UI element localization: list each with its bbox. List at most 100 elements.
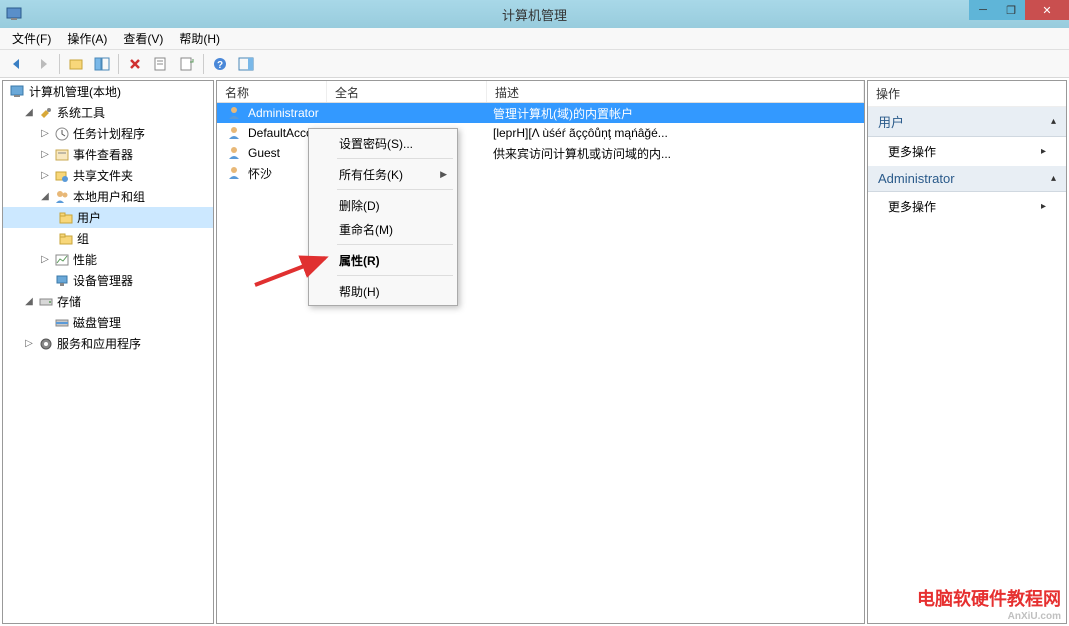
tree-services-apps[interactable]: ▷ 服务和应用程序 (3, 333, 213, 354)
tree-device-manager[interactable]: ▷ 设备管理器 (3, 270, 213, 291)
tree-panel: 计算机管理(本地) ◢ 系统工具 ▷ 任务计划程序 ▷ 事件查看器 ▷ 共享文件… (2, 80, 214, 624)
tree-groups[interactable]: 组 (3, 228, 213, 249)
expand-icon[interactable]: ▷ (39, 254, 51, 266)
window-title: 计算机管理 (502, 5, 567, 24)
menu-file[interactable]: 文件(F) (4, 27, 59, 50)
cell-name: Administrator (248, 106, 319, 120)
tree-storage[interactable]: ◢ 存储 (3, 291, 213, 312)
action-section-users[interactable]: 用户 ▴ (868, 107, 1066, 137)
collapse-icon[interactable]: ◢ (23, 296, 35, 308)
window-controls: ─ ❐ ✕ (969, 0, 1069, 20)
minimize-button[interactable]: ─ (969, 0, 997, 20)
tree-label: 事件查看器 (73, 146, 133, 163)
cell-desc: [leprH][Λ ùśéŕ ãççôůņţ mąńâğé... (493, 126, 668, 140)
chevron-right-icon: ▸ (1041, 146, 1046, 157)
svg-text:?: ? (217, 60, 223, 71)
expand-icon[interactable]: ▷ (39, 170, 51, 182)
tree-label: 磁盘管理 (73, 314, 121, 331)
collapse-icon[interactable]: ◢ (39, 191, 51, 203)
tree-label: 服务和应用程序 (57, 335, 141, 352)
properties-button[interactable] (149, 52, 173, 76)
tree-label: 用户 (77, 209, 101, 226)
list-row-admin[interactable]: Administrator 管理计算机(域)的内置帐户 (217, 103, 864, 123)
maximize-button[interactable]: ❐ (997, 0, 1025, 20)
ctx-properties[interactable]: 属性(R) (311, 248, 455, 272)
action-label: 更多操作 (888, 198, 936, 215)
cell-desc: 供来宾访问计算机或访问域的内... (493, 145, 671, 162)
storage-icon (38, 294, 54, 310)
tree-disk-management[interactable]: ▷ 磁盘管理 (3, 312, 213, 333)
action-label: 更多操作 (888, 143, 936, 160)
back-button[interactable] (5, 52, 29, 76)
toolbar-separator (118, 54, 119, 74)
actions-panel: 操作 用户 ▴ 更多操作 ▸ Administrator ▴ 更多操作 ▸ (867, 80, 1067, 624)
tree-shared-folders[interactable]: ▷ 共享文件夹 (3, 165, 213, 186)
section-label: 用户 (878, 112, 904, 131)
cell-name: 怀沙 (248, 165, 272, 182)
computer-icon (10, 84, 26, 100)
tree-label: 设备管理器 (73, 272, 133, 289)
toolbar-separator (203, 54, 204, 74)
delete-button[interactable] (123, 52, 147, 76)
tree-task-scheduler[interactable]: ▷ 任务计划程序 (3, 123, 213, 144)
cell-name: Guest (248, 146, 280, 160)
collapse-icon[interactable]: ◢ (23, 107, 35, 119)
folder-icon (58, 231, 74, 247)
col-name[interactable]: 名称 (217, 81, 327, 102)
tools-icon (38, 105, 54, 121)
user-icon (226, 165, 242, 181)
expand-icon[interactable]: ▷ (23, 338, 35, 350)
users-icon (54, 189, 70, 205)
refresh-button[interactable] (175, 52, 199, 76)
action-pane-button[interactable] (234, 52, 258, 76)
user-icon (226, 125, 242, 141)
menu-help[interactable]: 帮助(H) (171, 27, 228, 50)
ctx-separator (337, 275, 453, 276)
expand-icon[interactable]: ▷ (39, 149, 51, 161)
action-more-users[interactable]: 更多操作 ▸ (868, 137, 1066, 166)
tree-label: 计算机管理(本地) (29, 83, 121, 100)
tree-event-viewer[interactable]: ▷ 事件查看器 (3, 144, 213, 165)
tree-root[interactable]: 计算机管理(本地) (3, 81, 213, 102)
submenu-arrow-icon: ▶ (440, 169, 447, 180)
col-fullname[interactable]: 全名 (327, 81, 487, 102)
ctx-rename[interactable]: 重命名(M) (311, 217, 455, 241)
tree-label: 组 (77, 230, 89, 247)
tree-local-users-groups[interactable]: ◢ 本地用户和组 (3, 186, 213, 207)
tree-users[interactable]: 用户 (3, 207, 213, 228)
list-header: 名称 全名 描述 (217, 81, 864, 103)
tree-label: 共享文件夹 (73, 167, 133, 184)
user-icon (226, 145, 242, 161)
up-button[interactable] (64, 52, 88, 76)
device-icon (54, 273, 70, 289)
show-hide-tree-button[interactable] (90, 52, 114, 76)
expand-icon[interactable]: ▷ (39, 128, 51, 140)
tree-system-tools[interactable]: ◢ 系统工具 (3, 102, 213, 123)
toolbar-separator (59, 54, 60, 74)
ctx-separator (337, 189, 453, 190)
context-menu: 设置密码(S)... 所有任务(K) ▶ 删除(D) 重命名(M) 属性(R) … (308, 128, 458, 306)
disk-icon (54, 315, 70, 331)
ctx-help[interactable]: 帮助(H) (311, 279, 455, 303)
user-icon (226, 105, 242, 121)
ctx-delete[interactable]: 删除(D) (311, 193, 455, 217)
action-more-selected[interactable]: 更多操作 ▸ (868, 192, 1066, 221)
clock-icon (54, 126, 70, 142)
main-area: 计算机管理(本地) ◢ 系统工具 ▷ 任务计划程序 ▷ 事件查看器 ▷ 共享文件… (0, 78, 1069, 626)
cell-desc: 管理计算机(域)的内置帐户 (493, 105, 633, 122)
toolbar: ? (0, 50, 1069, 78)
menu-action[interactable]: 操作(A) (59, 27, 115, 50)
action-section-selected[interactable]: Administrator ▴ (868, 166, 1066, 192)
tree-performance[interactable]: ▷ 性能 (3, 249, 213, 270)
tree-label: 本地用户和组 (73, 188, 145, 205)
forward-button[interactable] (31, 52, 55, 76)
menu-view[interactable]: 查看(V) (115, 27, 171, 50)
help-button[interactable]: ? (208, 52, 232, 76)
titlebar: 计算机管理 ─ ❐ ✕ (0, 0, 1069, 28)
tree-label: 存储 (57, 293, 81, 310)
ctx-set-password[interactable]: 设置密码(S)... (311, 131, 455, 155)
tree-label: 系统工具 (57, 104, 105, 121)
ctx-all-tasks[interactable]: 所有任务(K) ▶ (311, 162, 455, 186)
close-button[interactable]: ✕ (1025, 0, 1069, 20)
col-desc[interactable]: 描述 (487, 81, 864, 102)
